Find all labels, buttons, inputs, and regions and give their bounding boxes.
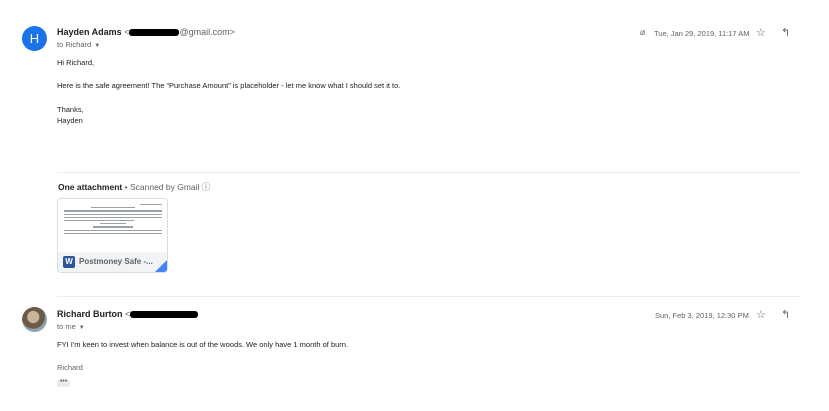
redaction-bar xyxy=(130,311,199,319)
reply-icon[interactable]: ↰ xyxy=(781,308,790,321)
recipients-dropdown[interactable]: to me ▼ xyxy=(57,322,85,331)
recipients-label: to Richard xyxy=(57,40,92,49)
page-fold-icon xyxy=(155,258,167,272)
attachments-header: One attachment • Scanned by Gmail ⓘ xyxy=(58,181,210,193)
redaction-bar xyxy=(129,29,180,37)
sender-line: Hayden Adams < @gmail.com> xyxy=(57,27,235,37)
body-paragraph: Here is the safe agreement! The “Purchas… xyxy=(57,81,401,90)
sender-email: < xyxy=(125,309,199,319)
star-icon[interactable]: ☆ xyxy=(756,26,766,39)
body-signoff: Thanks, xyxy=(57,105,84,114)
caret-down-icon: ▼ xyxy=(78,325,85,331)
attachment-divider xyxy=(57,172,800,173)
body-paragraph: FYI I'm keen to invest when balance is o… xyxy=(57,340,349,349)
message-hayden: H Hayden Adams < @gmail.com> to Richard ▼ … xyxy=(0,0,829,170)
message-date: Tue, Jan 29, 2019, 11:17 AM xyxy=(654,29,750,38)
message-richard: Richard Burton < to me ▼ Sun, Feb 3, 2019… xyxy=(0,296,829,411)
sender-name[interactable]: Hayden Adams xyxy=(57,27,122,37)
caret-down-icon: ▼ xyxy=(94,43,101,49)
attachment-file-name: Postmoney Safe -... xyxy=(79,257,153,266)
scanned-by-gmail: • Scanned by Gmail ⓘ xyxy=(124,182,211,192)
sender-avatar[interactable] xyxy=(22,307,47,332)
attachment-card[interactable]: W Postmoney Safe -... xyxy=(57,198,168,273)
sender-name[interactable]: Richard Burton xyxy=(57,309,123,319)
sender-line: Richard Burton < xyxy=(57,309,199,319)
show-trimmed-content-button[interactable]: ••• xyxy=(57,378,70,387)
body-signature: Richard xyxy=(57,363,83,372)
attachment-icon: ⌀ xyxy=(640,27,646,37)
attachment-footer: W Postmoney Safe -... xyxy=(58,252,167,272)
attachments-count: One attachment xyxy=(58,182,123,192)
word-file-icon: W xyxy=(63,256,75,268)
body-greeting: Hi Richard, xyxy=(57,58,95,67)
sender-avatar[interactable]: H xyxy=(22,26,47,51)
recipients-dropdown[interactable]: to Richard ▼ xyxy=(57,40,100,49)
sender-email: < @gmail.com> xyxy=(124,27,235,37)
reply-icon[interactable]: ↰ xyxy=(781,26,790,39)
message-date: Sun, Feb 3, 2019, 12:30 PM xyxy=(655,311,749,320)
star-icon[interactable]: ☆ xyxy=(756,308,766,321)
recipients-label: to me xyxy=(57,322,76,331)
body-signature: Hayden xyxy=(57,116,83,125)
document-thumbnail xyxy=(58,199,167,254)
